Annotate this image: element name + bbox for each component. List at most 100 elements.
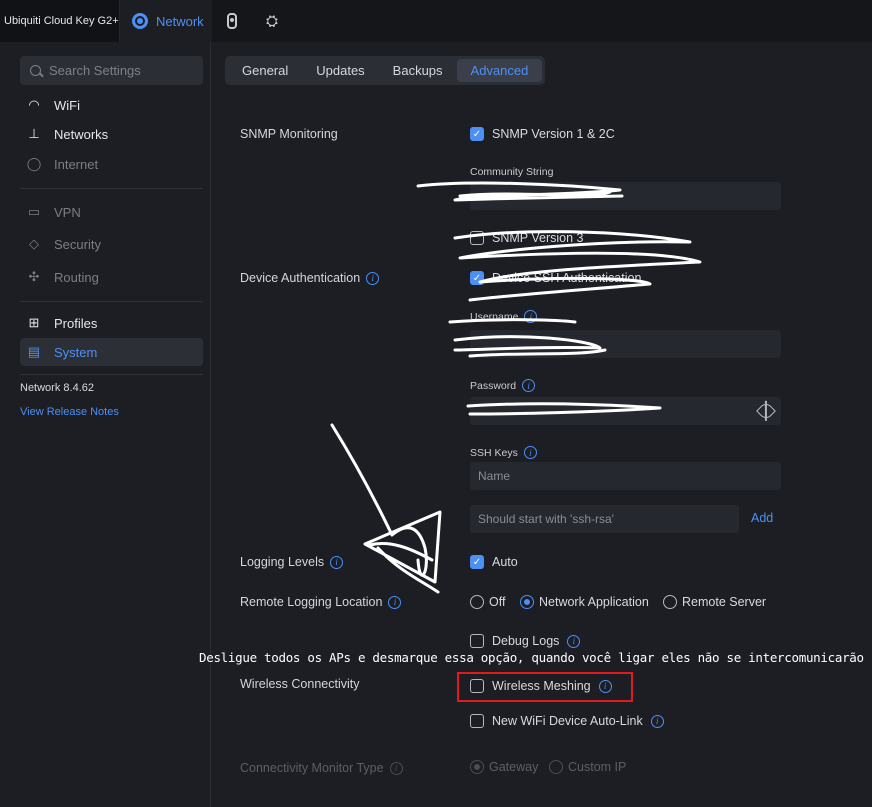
password-text: Password — [470, 379, 517, 392]
radio-off[interactable]: Off — [470, 595, 505, 609]
logging-levels-text: Logging Levels — [240, 555, 325, 569]
username-input[interactable] — [478, 337, 781, 351]
networks-icon: ⊥ — [28, 126, 40, 141]
snmp-v3-checkbox-row[interactable]: SNMP Version 3 — [470, 231, 583, 245]
password-field[interactable] — [470, 397, 781, 425]
device-auth-text: Device Authentication — [240, 271, 361, 285]
remote-logging-label: Remote Logging Location i — [240, 595, 402, 609]
ssh-key-value-field[interactable] — [470, 505, 739, 533]
sidebar-item-label: WiFi — [54, 97, 80, 113]
wifi-icon: ◠ — [28, 97, 40, 112]
logging-levels-label: Logging Levels i — [240, 555, 344, 569]
radio-off-button[interactable] — [470, 595, 484, 609]
sidebar-divider — [20, 374, 203, 375]
info-icon[interactable]: i — [522, 379, 536, 392]
ssh-key-name-input[interactable] — [478, 469, 781, 483]
snmp-v1-checkbox[interactable]: ✓ — [470, 127, 484, 141]
vpn-icon: ▭ — [27, 204, 41, 219]
logging-auto-checkbox-row[interactable]: ✓ Auto — [470, 555, 518, 569]
snmp-v1-checkbox-row[interactable]: ✓ SNMP Version 1 & 2C — [470, 127, 615, 141]
radio-network-application-button[interactable] — [520, 595, 534, 609]
device-settings-icon[interactable]: ⛭ — [252, 0, 292, 42]
debug-logs-label: Debug Logs — [492, 634, 560, 648]
sidebar-item-security[interactable]: ◇ Security — [20, 230, 203, 258]
password-label: Password i — [470, 379, 536, 392]
auto-link-checkbox-row[interactable]: New WiFi Device Auto-Link i — [470, 714, 664, 728]
sidebar-item-label: Networks — [54, 126, 109, 142]
community-string-label: Community String — [470, 166, 554, 178]
search-box[interactable] — [20, 56, 203, 85]
network-logo-icon — [132, 13, 148, 29]
ssh-key-name-field[interactable] — [470, 462, 781, 490]
info-icon[interactable]: i — [523, 446, 537, 459]
sidebar-item-label: VPN — [54, 204, 81, 220]
ssh-keys-label: SSH Keys i — [470, 446, 537, 459]
routing-icon: ✣ — [28, 269, 40, 284]
radio-gateway-label: Gateway — [489, 760, 539, 774]
sidebar-item-routing[interactable]: ✣ Routing — [20, 263, 203, 291]
tab-backups[interactable]: Backups — [379, 59, 457, 82]
radio-remote-server[interactable]: Remote Server — [663, 595, 766, 609]
settings-sidebar: ◠ WiFi ⊥ Networks ◯ Internet ▭ VPN ◇ Sec… — [0, 42, 211, 807]
profiles-icon: ⊞ — [28, 315, 40, 330]
network-app-tab[interactable]: Network — [120, 0, 212, 42]
radio-gateway-button — [470, 760, 484, 774]
logging-auto-checkbox[interactable]: ✓ — [470, 555, 484, 569]
info-icon[interactable]: i — [366, 271, 380, 285]
connectivity-monitor-label: Connectivity Monitor Type i — [240, 761, 403, 775]
search-input[interactable] — [49, 63, 189, 78]
info-icon[interactable]: i — [388, 595, 402, 609]
info-icon[interactable]: i — [567, 634, 581, 648]
device-ssh-checkbox[interactable]: ✓ — [470, 271, 484, 285]
radio-gateway: Gateway — [470, 760, 538, 774]
info-icon[interactable]: i — [524, 310, 538, 323]
device-ssh-label: Device SSH Authentication — [492, 271, 642, 285]
sidebar-item-vpn[interactable]: ▭ VPN — [20, 198, 203, 226]
info-icon[interactable]: i — [330, 555, 344, 569]
sidebar-item-label: Profiles — [54, 315, 98, 331]
password-input[interactable] — [478, 404, 781, 418]
sidebar-item-internet[interactable]: ◯ Internet — [20, 150, 203, 178]
radio-off-label: Off — [489, 595, 506, 609]
tab-updates[interactable]: Updates — [302, 59, 378, 82]
sidebar-divider — [20, 188, 203, 189]
sidebar-item-networks[interactable]: ⊥ Networks — [20, 120, 203, 148]
radio-network-application-label: Network Application — [539, 595, 649, 609]
snmp-v3-checkbox[interactable] — [470, 231, 484, 245]
connectivity-monitor-text: Connectivity Monitor Type — [240, 761, 384, 775]
username-field[interactable] — [470, 330, 781, 358]
sidebar-item-label: Internet — [54, 156, 99, 172]
tab-advanced[interactable]: Advanced — [456, 59, 543, 82]
ssh-keys-text: SSH Keys — [470, 446, 518, 459]
community-string-field[interactable] — [470, 182, 781, 210]
ssh-key-value-input[interactable] — [478, 512, 739, 526]
auto-link-checkbox[interactable] — [470, 714, 484, 728]
tab-general[interactable]: General — [228, 59, 302, 82]
sidebar-item-profiles[interactable]: ⊞ Profiles — [20, 309, 203, 337]
add-ssh-key-button[interactable]: Add — [751, 511, 773, 525]
release-notes-link[interactable]: View Release Notes — [20, 406, 119, 418]
radio-remote-server-button[interactable] — [663, 595, 677, 609]
debug-logs-checkbox[interactable] — [470, 634, 484, 648]
sidebar-item-label: Routing — [54, 269, 99, 285]
device-title[interactable]: Ubiquiti Cloud Key G2+ — [0, 0, 120, 42]
radio-network-application[interactable]: Network Application — [520, 595, 649, 609]
snmp-v1-label: SNMP Version 1 & 2C — [492, 127, 615, 141]
sidebar-item-label: System — [54, 344, 98, 360]
sidebar-item-wifi[interactable]: ◠ WiFi — [20, 91, 203, 119]
shield-icon: ◇ — [29, 236, 39, 251]
device-ssh-checkbox-row[interactable]: ✓ Device SSH Authentication — [470, 271, 641, 285]
snmp-monitoring-label: SNMP Monitoring — [240, 127, 338, 141]
community-string-input[interactable] — [478, 189, 781, 203]
settings-tabs: General Updates Backups Advanced — [225, 56, 546, 85]
version-text: Network 8.4.62 — [20, 382, 94, 394]
snmp-monitoring-text: SNMP Monitoring — [240, 127, 338, 141]
sidebar-item-system[interactable]: ▤ System — [20, 338, 203, 366]
globe-icon: ◯ — [26, 156, 42, 171]
username-text: Username — [470, 310, 519, 323]
search-icon — [30, 65, 41, 76]
info-icon[interactable]: i — [650, 714, 664, 728]
debug-logs-checkbox-row[interactable]: Debug Logs i — [470, 634, 581, 648]
snmp-v3-label: SNMP Version 3 — [492, 231, 584, 245]
protect-camera-icon[interactable] — [212, 0, 252, 42]
